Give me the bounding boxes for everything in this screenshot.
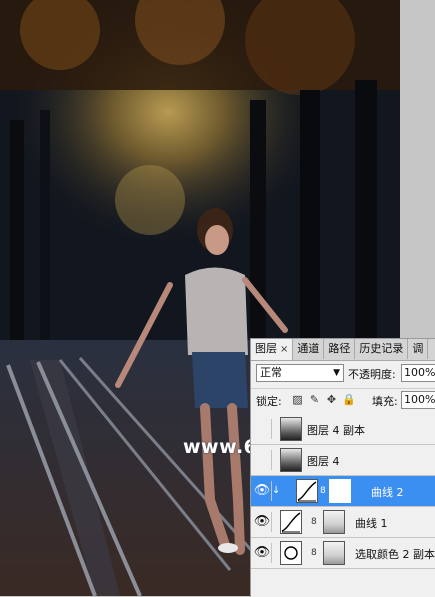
eye-icon[interactable]: 👁 [253, 512, 272, 532]
layer-row-selected[interactable]: 👁 ↓ 8 曲线 2 [251, 476, 435, 507]
mask-thumbnail[interactable] [323, 510, 345, 534]
eye-icon[interactable]: 👁 [253, 543, 272, 563]
eye-icon[interactable]: 👁 [253, 481, 272, 501]
fill-field[interactable]: 100% [401, 391, 435, 409]
lock-pixels-icon[interactable]: ✎ [308, 393, 321, 406]
tab-label: 路径 [328, 342, 351, 355]
layer-row[interactable]: 👁 8 选取颜色 2 副本 [251, 538, 435, 569]
layer-name: 图层 4 [307, 455, 340, 468]
tab-label: 通道 [297, 342, 320, 355]
lock-position-icon[interactable]: ✥ [325, 393, 338, 406]
tab-adjustments[interactable]: 调 [408, 339, 429, 359]
selective-color-icon [280, 541, 302, 565]
curves-adjustment-icon [280, 510, 302, 534]
tab-label: 图层 [255, 342, 277, 355]
visibility-toggle[interactable] [253, 419, 272, 439]
layer-row[interactable]: 👁 8 曲线 1 [251, 507, 435, 538]
blend-row: 正常 ▼ 不透明度: 100% [251, 363, 435, 385]
visibility-toggle[interactable] [253, 450, 272, 470]
chain-link-icon[interactable]: 8 [311, 548, 317, 558]
chevron-down-icon: ▼ [333, 368, 340, 378]
tab-label: 历史记录 [359, 342, 404, 355]
close-icon[interactable]: × [280, 344, 288, 355]
opacity-field[interactable]: 100% [401, 364, 435, 382]
tab-history[interactable]: 历史记录 [355, 339, 409, 359]
clipping-arrow-icon: ↓ [272, 485, 281, 496]
lock-transparency-icon[interactable]: ▨ [291, 393, 304, 406]
layer-row[interactable]: 图层 4 [251, 445, 435, 476]
fill-label: 填充: [372, 395, 398, 408]
layer-name: 选取颜色 2 副本 [355, 548, 435, 561]
layers-panel: 图层 × 通道 路径 历史记录 调 正常 ▼ 不透明度: 100% 锁定: ▨ ✎… [250, 338, 435, 597]
lock-icons: ▨ ✎ ✥ 🔒 [291, 393, 355, 406]
layer-name: 曲线 2 [371, 486, 404, 499]
lock-row: 锁定: ▨ ✎ ✥ 🔒 填充: 100% [251, 388, 435, 411]
layer-thumbnail [280, 448, 302, 472]
chain-link-icon[interactable]: 8 [311, 517, 317, 527]
layer-name: 曲线 1 [355, 517, 388, 530]
opacity-label: 不透明度: [348, 368, 396, 381]
tab-channels[interactable]: 通道 [293, 339, 325, 359]
layer-row[interactable]: 图层 4 副本 [251, 414, 435, 445]
layer-name: 图层 4 副本 [307, 424, 365, 437]
layer-thumbnail [280, 417, 302, 441]
blend-mode-select[interactable]: 正常 ▼ [256, 364, 344, 382]
tab-label: 调 [412, 342, 424, 355]
mask-thumbnail[interactable] [329, 479, 351, 503]
curves-adjustment-icon [296, 479, 318, 503]
chain-link-icon[interactable]: 8 [320, 486, 326, 496]
lock-label: 锁定: [256, 395, 282, 408]
tab-paths[interactable]: 路径 [324, 339, 356, 359]
panel-tabs: 图层 × 通道 路径 历史记录 调 [251, 339, 435, 361]
tab-layers[interactable]: 图层 × [251, 339, 294, 360]
mask-thumbnail[interactable] [323, 541, 345, 565]
blend-mode-value: 正常 [260, 366, 282, 379]
lock-all-icon[interactable]: 🔒 [342, 393, 356, 406]
